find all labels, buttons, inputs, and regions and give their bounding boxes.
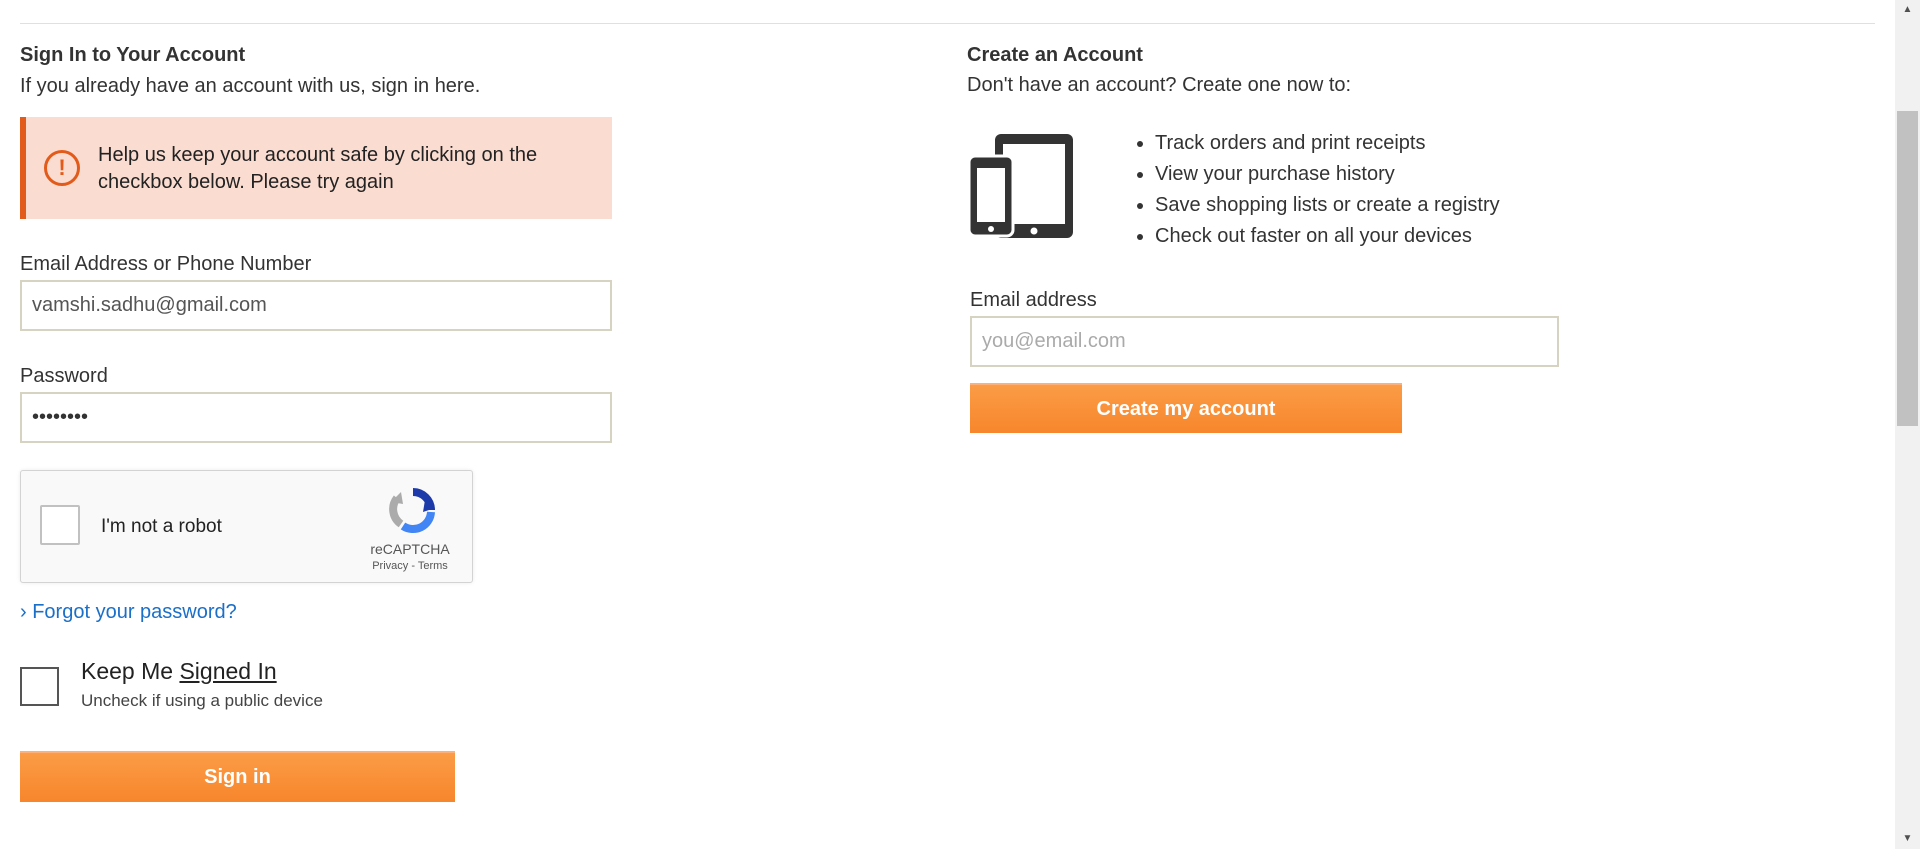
recaptcha-logo-icon [389,486,437,541]
create-account-title: Create an Account [967,44,1143,66]
recaptcha-label: I'm not a robot [101,516,222,537]
forgot-password-link[interactable]: › Forgot your password? [20,601,237,624]
email-label: Email Address or Phone Number [20,253,312,275]
recaptcha-brand: reCAPTCHA [370,541,450,557]
benefit-item: Save shopping lists or create a registry [1155,190,1500,221]
password-label: Password [20,365,108,387]
recaptcha-checkbox[interactable] [40,505,80,545]
scroll-up-arrow-icon[interactable]: ▲ [1895,0,1920,20]
keep-signed-in-prefix: Keep Me [81,658,180,684]
signin-title: Sign In to Your Account [20,44,246,66]
signin-subtitle: If you already have an account with us, … [20,75,481,97]
exclamation-circle-icon: ! [44,150,80,186]
keep-signed-in-label: Keep Me Signed In [81,658,277,685]
benefit-item: Check out faster on all your devices [1155,221,1500,252]
keep-signed-in-hint: Uncheck if using a public device [81,691,323,710]
password-field[interactable] [20,392,612,443]
create-account-button[interactable]: Create my account [970,383,1402,433]
recaptcha-widget: I'm not a robot reCAPTCHA Privacy - Term… [20,470,473,583]
recaptcha-privacy-terms-links[interactable]: Privacy - Terms [361,560,459,572]
top-divider [20,23,1875,24]
scrollbar-thumb[interactable] [1897,111,1918,426]
create-account-subtitle: Don't have an account? Create one now to… [967,74,1352,96]
benefit-item: Track orders and print receipts [1155,128,1500,159]
create-email-field[interactable] [970,316,1559,367]
scroll-down-arrow-icon[interactable]: ▼ [1895,829,1920,849]
error-alert: ! Help us keep your account safe by clic… [20,117,612,219]
create-email-label: Email address [970,289,1097,311]
sign-in-button[interactable]: Sign in [20,751,455,802]
alert-message: Help us keep your account safe by clicki… [98,144,538,193]
benefit-item: View your purchase history [1155,159,1500,190]
devices-icon [967,132,1075,243]
benefits-list: Track orders and print receipts View you… [1137,128,1500,252]
keep-signed-in-checkbox[interactable] [20,667,59,706]
keep-signed-in-underlined[interactable]: Signed In [179,658,276,684]
email-field[interactable] [20,280,612,331]
